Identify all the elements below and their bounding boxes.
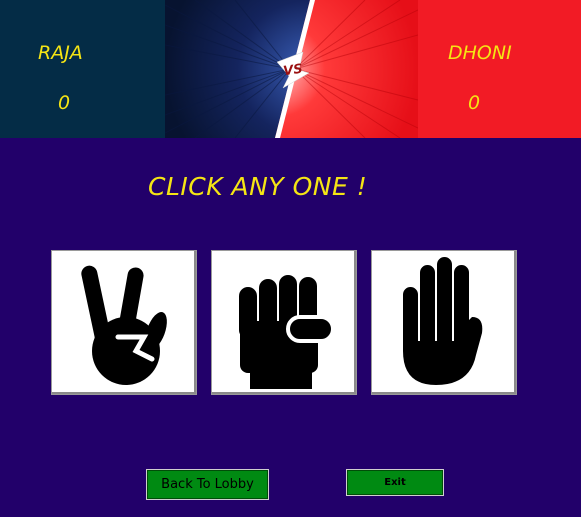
choose-prompt: CLICK ANY ONE ! bbox=[148, 172, 368, 201]
back-to-lobby-button[interactable]: Back To Lobby bbox=[146, 469, 269, 500]
scissors-hand-icon bbox=[81, 265, 167, 385]
versus-banner: VS bbox=[165, 0, 418, 138]
exit-button[interactable]: Exit bbox=[346, 469, 444, 496]
rock-fist-icon bbox=[239, 275, 335, 389]
scoreboard-header: VS RAJA 0 DHONI 0 bbox=[0, 0, 581, 138]
versus-label: VS bbox=[282, 62, 303, 80]
player-two-name: DHONI bbox=[448, 42, 512, 64]
paper-palm-icon bbox=[403, 257, 483, 385]
paper-choice-button[interactable] bbox=[371, 250, 517, 395]
player-two-score: 0 bbox=[468, 92, 481, 114]
player-two-panel bbox=[418, 0, 581, 138]
player-one-score: 0 bbox=[58, 92, 71, 114]
rock-choice-button[interactable] bbox=[211, 250, 357, 395]
player-one-name: RAJA bbox=[38, 42, 83, 64]
scissors-choice-button[interactable] bbox=[51, 250, 197, 395]
